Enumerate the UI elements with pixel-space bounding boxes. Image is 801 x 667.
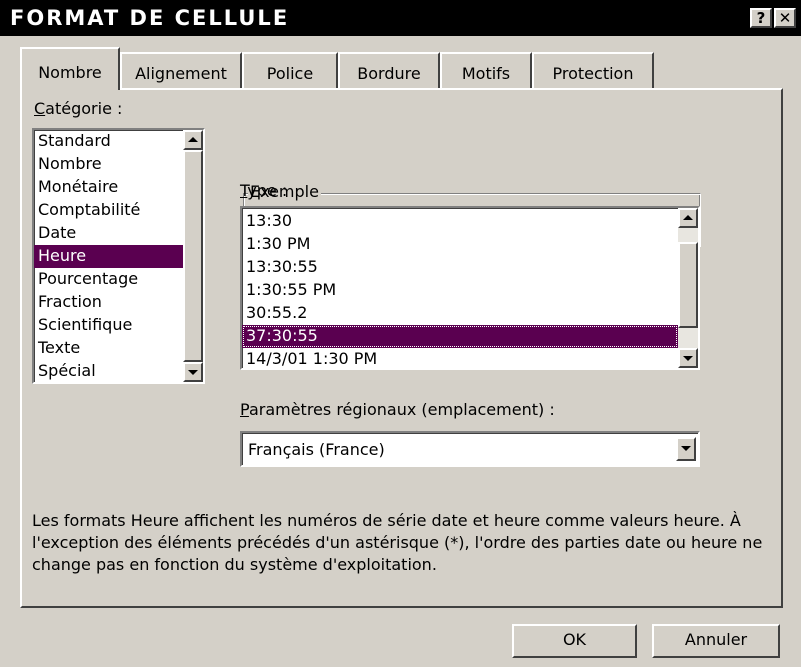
list-item[interactable]: Standard: [34, 130, 183, 153]
tab-label: Police: [266, 64, 314, 83]
scroll-thumb[interactable]: [678, 242, 698, 328]
scroll-up-button[interactable]: [678, 208, 698, 228]
tab-label: Nombre: [38, 63, 102, 82]
list-item[interactable]: Pourcentage: [34, 268, 183, 291]
tab-panel-nombre: Catégorie : Standard Nombre Monétaire Co…: [20, 88, 783, 608]
type-scrollbar[interactable]: [678, 208, 698, 368]
locale-dropdown[interactable]: Français (France): [240, 431, 700, 467]
category-list[interactable]: Standard Nombre Monétaire Comptabilité D…: [32, 128, 205, 384]
locale-value: Français (France): [248, 440, 385, 459]
list-item[interactable]: 30:55.2: [242, 302, 678, 325]
arrow-down-icon: [188, 370, 198, 375]
list-item[interactable]: Nombre: [34, 153, 183, 176]
chevron-down-icon: [681, 446, 691, 451]
list-item[interactable]: Fraction: [34, 291, 183, 314]
category-scrollbar[interactable]: [183, 130, 203, 382]
dropdown-button[interactable]: [676, 437, 696, 461]
list-item-selected[interactable]: Heure: [34, 245, 183, 268]
list-item-selected[interactable]: 37:30:55: [242, 325, 678, 348]
tab-label: Motifs: [461, 64, 511, 83]
type-label: Type :: [240, 181, 288, 200]
list-item[interactable]: 14/3/01 1:30 PM: [242, 348, 678, 371]
close-button[interactable]: ✕: [774, 8, 796, 28]
tab-label: Bordure: [357, 64, 421, 83]
category-label: Catégorie :: [34, 99, 123, 118]
scroll-down-button[interactable]: [183, 362, 203, 382]
list-item[interactable]: 13:30: [242, 210, 678, 233]
ok-button[interactable]: OK: [512, 624, 637, 658]
format-description: Les formats Heure affichent les numéros …: [32, 511, 763, 574]
list-item[interactable]: 1:30:55 PM: [242, 279, 678, 302]
arrow-up-icon: [683, 215, 693, 220]
list-item[interactable]: Scientifique: [34, 314, 183, 337]
list-item[interactable]: Monétaire: [34, 176, 183, 199]
tab-alignement[interactable]: Alignement: [120, 52, 242, 88]
tab-nombre[interactable]: Nombre: [20, 47, 120, 90]
scroll-thumb[interactable]: [183, 150, 203, 362]
tab-bordure[interactable]: Bordure: [338, 52, 440, 88]
tab-police[interactable]: Police: [242, 52, 338, 88]
tab-label: Protection: [552, 64, 634, 83]
cancel-button[interactable]: Annuler: [652, 624, 780, 658]
list-item[interactable]: Spécial: [34, 360, 183, 383]
tab-label: Alignement: [135, 64, 227, 83]
scroll-down-button[interactable]: [678, 348, 698, 368]
list-item[interactable]: Date: [34, 222, 183, 245]
list-item[interactable]: 1:30 PM: [242, 233, 678, 256]
tab-motifs[interactable]: Motifs: [440, 52, 532, 88]
help-button[interactable]: ?: [750, 8, 772, 28]
list-item[interactable]: Texte: [34, 337, 183, 360]
arrow-up-icon: [188, 137, 198, 142]
scroll-up-button[interactable]: [183, 130, 203, 150]
list-item[interactable]: 13:30:55: [242, 256, 678, 279]
list-item[interactable]: Comptabilité: [34, 199, 183, 222]
tab-protection[interactable]: Protection: [532, 52, 654, 88]
title-bar[interactable]: Format de cellule ? ✕: [0, 0, 801, 36]
arrow-down-icon: [683, 356, 693, 361]
locale-label: Paramètres régionaux (emplacement) :: [240, 400, 555, 419]
window-title: Format de cellule: [10, 6, 290, 30]
type-list[interactable]: 13:30 1:30 PM 13:30:55 1:30:55 PM 30:55.…: [240, 206, 700, 370]
